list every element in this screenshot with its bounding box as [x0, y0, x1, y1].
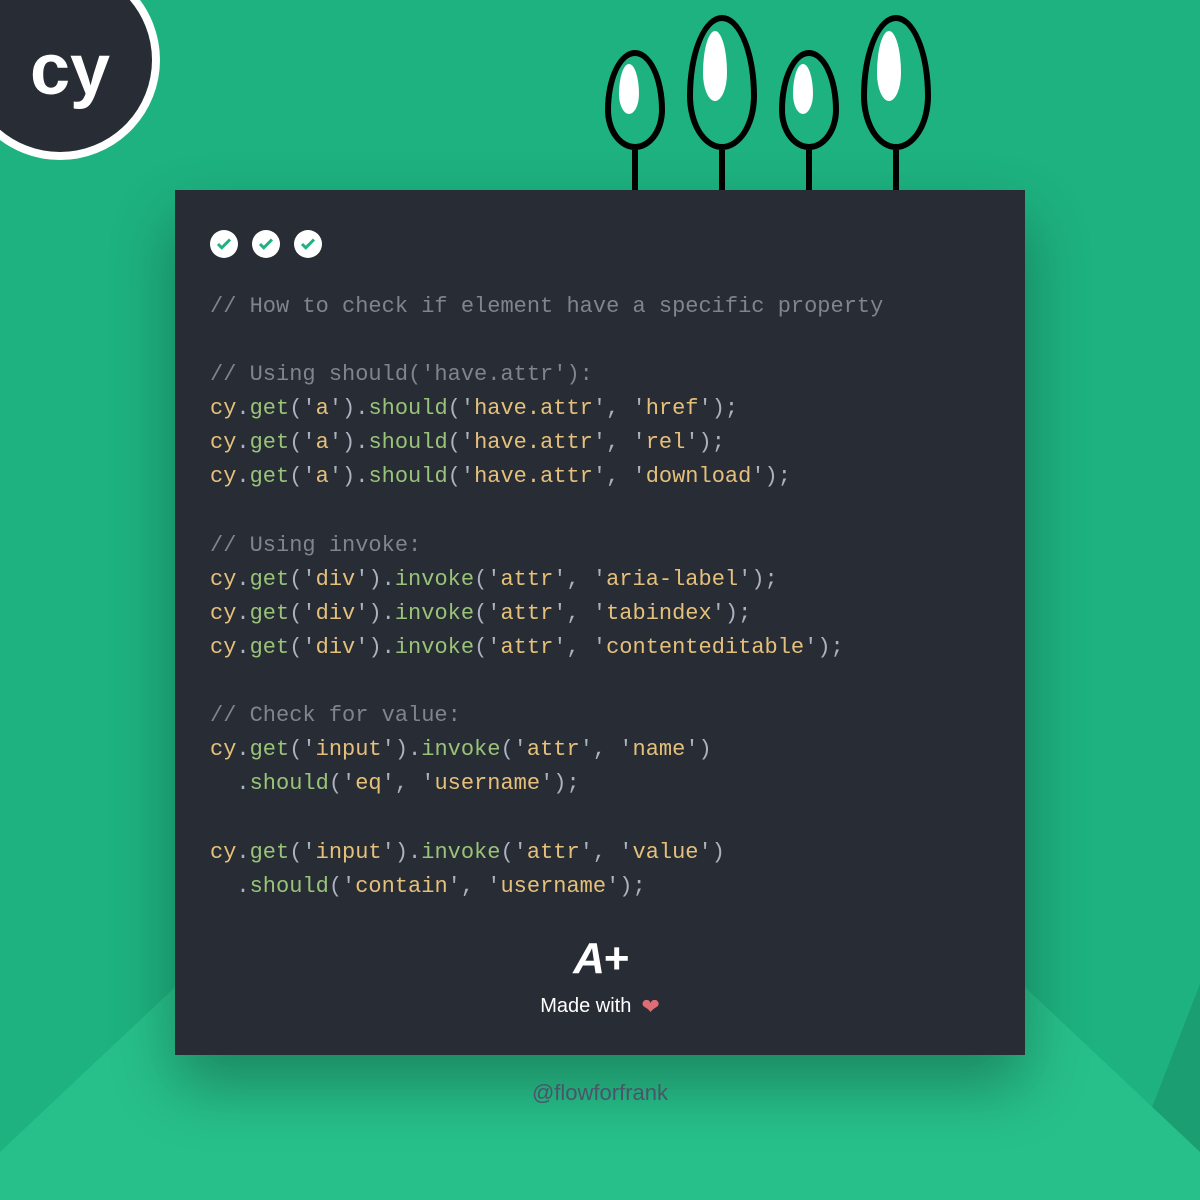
- code-panel: // How to check if element have a specif…: [175, 190, 1025, 1055]
- check-icon: [210, 230, 238, 258]
- check-badges: [210, 230, 990, 258]
- check-icon: [294, 230, 322, 258]
- code-comment: // Check for value:: [210, 703, 461, 728]
- code-comment: // How to check if element have a specif…: [210, 294, 883, 319]
- cypress-logo: cy: [0, 0, 160, 160]
- code-comment: // Using invoke:: [210, 533, 421, 558]
- check-icon: [252, 230, 280, 258]
- author-handle: @flowforfrank: [0, 1080, 1200, 1106]
- tree-icon: [687, 15, 757, 190]
- decorative-trees: [605, 15, 931, 190]
- logo-text: cy: [30, 29, 110, 111]
- code-block: // How to check if element have a specif…: [210, 290, 990, 904]
- tree-icon: [861, 15, 931, 190]
- code-object: cy: [210, 396, 236, 421]
- code-method: get: [250, 396, 290, 421]
- footer-logo: A+: [573, 934, 626, 984]
- heart-icon: ❤: [641, 994, 659, 1020]
- panel-footer: A+ Made with ❤: [210, 934, 990, 1020]
- code-comment: // Using should('have.attr'):: [210, 362, 593, 387]
- made-with-label: Made with ❤: [540, 994, 660, 1020]
- tree-icon: [779, 50, 839, 190]
- tree-icon: [605, 50, 665, 190]
